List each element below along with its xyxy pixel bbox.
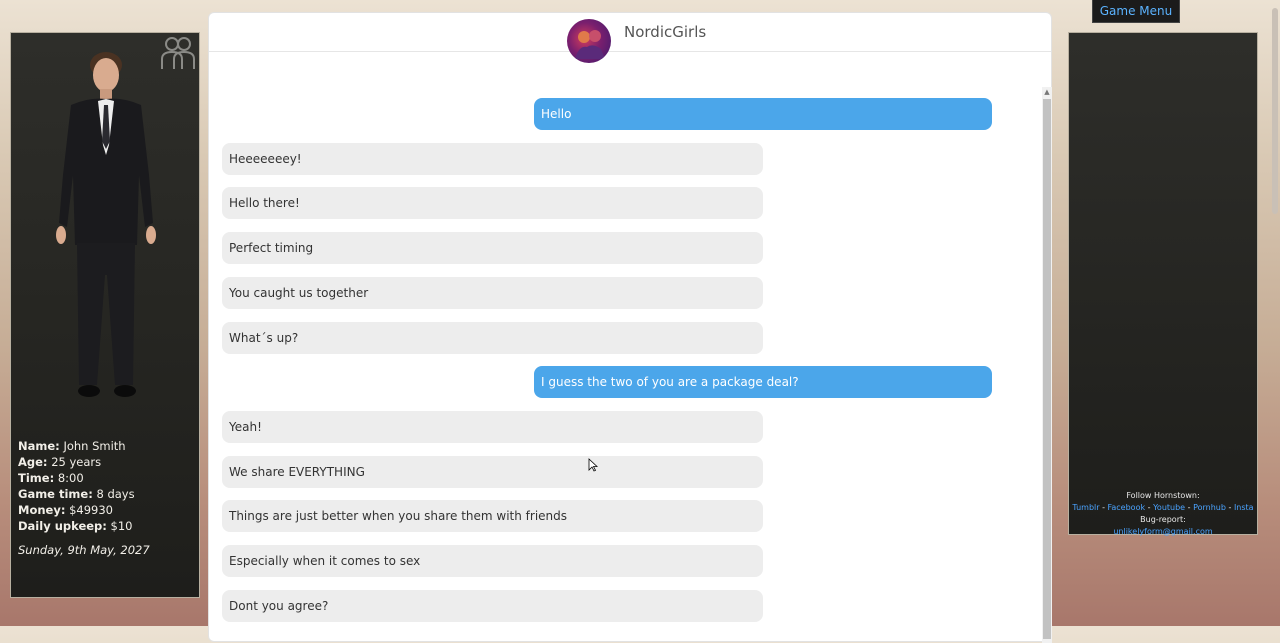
- character-portrait: [56, 52, 156, 397]
- current-date: Sunday, 9th May, 2027: [18, 543, 150, 557]
- incoming-message: Perfect timing: [222, 232, 763, 265]
- chat-window: NordicGirls Hello Heeeeeeey! Hello there! P…: [208, 12, 1052, 643]
- info-panel: Follow Hornstown: Tumblr - Facebook - Yo…: [1068, 32, 1258, 538]
- contact-avatar[interactable]: [567, 19, 611, 63]
- bug-report-email[interactable]: unlikelyform@gmail.com: [1069, 526, 1257, 538]
- scroll-up-arrow-icon[interactable]: ▲: [1043, 87, 1051, 97]
- player-stats: Name: John Smith Age: 25 years Time: 8:0…: [18, 438, 150, 558]
- stat-time: Time: 8:00: [18, 471, 84, 485]
- partner-icon[interactable]: [159, 35, 197, 71]
- chat-scroll-thumb[interactable]: [1043, 99, 1051, 639]
- incoming-message: Yeah!: [222, 410, 763, 443]
- incoming-message: Especially when it comes to sex: [222, 545, 763, 577]
- page-scrollbar[interactable]: [1270, 0, 1280, 626]
- contact-name: NordicGirls: [624, 23, 707, 41]
- link-separator: -: [1185, 503, 1194, 512]
- chat-scrollbar[interactable]: ▲: [1042, 87, 1052, 643]
- incoming-message: Hello there!: [222, 187, 763, 220]
- outgoing-message: Hello: [534, 98, 992, 130]
- incoming-message: You caught us together: [222, 276, 763, 309]
- stat-upkeep: Daily upkeep: $10: [18, 519, 133, 533]
- link-separator: -: [1145, 503, 1154, 512]
- page-scroll-thumb[interactable]: [1272, 8, 1278, 214]
- social-link-youtube[interactable]: Youtube: [1153, 503, 1185, 512]
- incoming-message: Things are just better when you share th…: [222, 500, 763, 533]
- social-link-facebook[interactable]: Facebook: [1108, 503, 1146, 512]
- character-panel: Name: John Smith Age: 25 years Time: 8:0…: [10, 32, 200, 598]
- bug-report-label: Bug-report:: [1140, 515, 1186, 524]
- incoming-message: Dont you agree?: [222, 589, 763, 622]
- incoming-message: What´s up?: [222, 321, 763, 354]
- incoming-message: We share EVERYTHING: [222, 455, 763, 488]
- incoming-message: Heeeeeeey!: [222, 142, 763, 175]
- mouse-cursor-icon: [588, 458, 598, 472]
- link-separator: -: [1099, 503, 1108, 512]
- social-link-insta[interactable]: Insta: [1234, 503, 1254, 512]
- link-separator: -: [1225, 503, 1234, 512]
- social-link-tumblr[interactable]: Tumblr: [1072, 503, 1099, 512]
- outgoing-message: I guess the two of you are a package dea…: [534, 366, 992, 399]
- follow-label: Follow Hornstown:: [1126, 491, 1200, 500]
- stat-game-time: Game time: 8 days: [18, 487, 135, 501]
- game-menu-button[interactable]: Game Menu: [1092, 0, 1180, 23]
- social-link-pornhub[interactable]: Pornhub: [1193, 503, 1226, 512]
- social-links: Tumblr - Facebook - Youtube - Pornhub - …: [1069, 502, 1257, 514]
- stat-name: Name: John Smith: [18, 439, 126, 453]
- stat-money: Money: $49930: [18, 503, 113, 517]
- chat-header: NordicGirls: [209, 13, 1051, 63]
- stat-age: Age: 25 years: [18, 455, 102, 469]
- social-footer: Follow Hornstown: Tumblr - Facebook - Yo…: [1069, 490, 1257, 538]
